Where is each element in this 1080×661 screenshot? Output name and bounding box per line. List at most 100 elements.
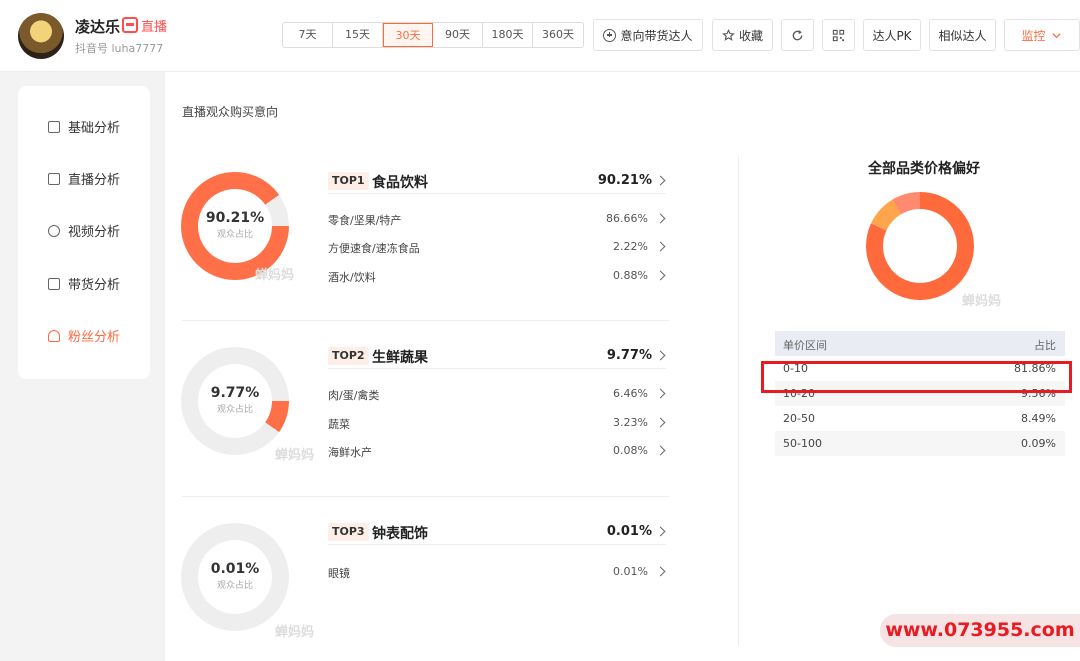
live-badge-label: 直播 bbox=[141, 20, 168, 35]
cell-range: 20-50 bbox=[783, 412, 815, 425]
column-header-range: 单价区间 bbox=[783, 339, 827, 352]
star-icon bbox=[722, 28, 735, 41]
column-header-share: 占比 bbox=[1034, 339, 1056, 352]
rank-tag: TOP1 bbox=[328, 172, 369, 190]
subcategory-name: 酒水/饮料 bbox=[328, 271, 376, 284]
category-percent: 90.21% bbox=[597, 173, 652, 188]
rank-tag: TOP2 bbox=[328, 347, 369, 365]
chevron-right-icon bbox=[655, 526, 666, 537]
table-row: 20-50 8.49% bbox=[775, 406, 1065, 431]
cell-share: 8.49% bbox=[1021, 412, 1056, 425]
subcategory-row[interactable]: 海鲜水产 0.08% bbox=[328, 444, 666, 464]
price-preference-title: 全部品类价格偏好 bbox=[868, 161, 980, 177]
influencer-name: 凌达乐 bbox=[75, 18, 121, 36]
donut-caption: 观众占比 bbox=[216, 581, 253, 591]
subcategory-percent: 0.88% bbox=[613, 269, 648, 282]
category-header[interactable]: TOP2 生鲜蔬果 9.77% bbox=[328, 347, 666, 369]
account-id: 抖音号 luha7777 bbox=[75, 42, 164, 55]
subcategory-name: 眼镜 bbox=[328, 567, 350, 580]
subcategory-name: 方便速食/速冻食品 bbox=[328, 242, 420, 255]
donut-caption: 观众占比 bbox=[216, 230, 253, 240]
subcategory-percent: 3.23% bbox=[613, 416, 648, 429]
price-range-table: 单价区间 占比 0-10 81.86% 10-20 9.56% 20-50 8.… bbox=[775, 331, 1065, 456]
live-badge-icon bbox=[122, 17, 138, 33]
highlight-box bbox=[761, 361, 1072, 393]
subcategory-row[interactable]: 酒水/饮料 0.88% bbox=[328, 269, 666, 289]
site-watermark: www.073955.com bbox=[880, 614, 1080, 647]
intent-influencer-label: 意向带货达人 bbox=[620, 28, 693, 43]
chevron-right-icon bbox=[655, 445, 666, 456]
sidebar-item-fans[interactable]: 粉丝分析 bbox=[48, 326, 120, 345]
watermark-text: 蝉妈妈 bbox=[962, 294, 1002, 309]
video-icon bbox=[48, 224, 60, 237]
range-360d[interactable]: 360天 bbox=[533, 23, 583, 47]
range-180d[interactable]: 180天 bbox=[483, 23, 533, 47]
price-donut-chart bbox=[866, 192, 974, 300]
subcategory-percent: 86.66% bbox=[606, 212, 648, 225]
vertical-divider bbox=[738, 156, 739, 646]
range-15d[interactable]: 15天 bbox=[333, 23, 383, 47]
intent-influencer-button[interactable]: 意向带货达人 bbox=[593, 19, 703, 51]
range-30d[interactable]: 30天 bbox=[383, 23, 433, 47]
category-header[interactable]: TOP3 钟表配饰 0.01% bbox=[328, 523, 666, 545]
qrcode-button[interactable] bbox=[822, 19, 855, 51]
favorite-button[interactable]: 收藏 bbox=[712, 19, 773, 51]
chart-icon bbox=[48, 120, 60, 133]
subcategory-row[interactable]: 零食/坚果/特产 86.66% bbox=[328, 212, 666, 232]
category-donut-chart: 9.77% 观众占比 bbox=[181, 347, 289, 455]
subcategory-percent: 2.22% bbox=[613, 240, 648, 253]
sidebar-item-video[interactable]: 视频分析 bbox=[48, 221, 120, 240]
subcategory-row[interactable]: 眼镜 0.01% bbox=[328, 565, 666, 585]
chevron-right-icon bbox=[655, 270, 666, 281]
category-name: 食品饮料 bbox=[372, 175, 428, 191]
monitor-label: 监控 bbox=[1021, 28, 1046, 43]
donut-percent: 9.77% bbox=[210, 385, 260, 401]
section-title: 直播观众购买意向 bbox=[182, 105, 279, 119]
main-panel: 直播观众购买意向 90.21% 观众占比 蝉妈妈 TOP1 食品饮料 90.21… bbox=[165, 72, 1080, 661]
range-7d[interactable]: 7天 bbox=[283, 23, 333, 47]
chevron-right-icon bbox=[655, 566, 666, 577]
subcategory-percent: 6.46% bbox=[613, 387, 648, 400]
divider bbox=[182, 320, 669, 321]
subcategory-name: 肉/蛋/禽类 bbox=[328, 389, 380, 402]
header-bar: 凌达乐 直播 抖音号 luha7777 7天 15天 30天 90天 180天 … bbox=[0, 0, 1080, 72]
table-row: 50-100 0.09% bbox=[775, 431, 1065, 456]
chevron-right-icon bbox=[655, 388, 666, 399]
donut-percent: 90.21% bbox=[205, 210, 265, 226]
range-90d[interactable]: 90天 bbox=[433, 23, 483, 47]
donut-caption: 观众占比 bbox=[216, 405, 253, 415]
cell-range: 50-100 bbox=[783, 437, 822, 450]
sidebar-item-goods[interactable]: 带货分析 bbox=[48, 274, 120, 293]
category-percent: 9.77% bbox=[606, 348, 652, 363]
subcategory-percent: 0.01% bbox=[613, 565, 648, 578]
influencer-pk-button[interactable]: 达人PK bbox=[863, 19, 921, 51]
user-icon bbox=[48, 329, 60, 342]
category-donut-chart: 0.01% 观众占比 bbox=[181, 523, 289, 631]
sidebar: 基础分析 直播分析 视频分析 带货分析 粉丝分析 bbox=[18, 86, 150, 379]
bag-icon bbox=[48, 277, 60, 290]
date-range-selector: 7天 15天 30天 90天 180天 360天 bbox=[282, 22, 584, 48]
cell-share: 0.09% bbox=[1021, 437, 1056, 450]
sidebar-item-live[interactable]: 直播分析 bbox=[48, 169, 120, 188]
refresh-icon bbox=[792, 29, 803, 40]
subcategory-name: 海鲜水产 bbox=[328, 446, 372, 459]
chevron-right-icon bbox=[655, 213, 666, 224]
subcategory-row[interactable]: 肉/蛋/禽类 6.46% bbox=[328, 387, 666, 407]
avatar[interactable] bbox=[18, 13, 64, 59]
sidebar-item-label: 粉丝分析 bbox=[68, 330, 121, 345]
watermark-text: 蝉妈妈 bbox=[275, 625, 315, 640]
divider bbox=[182, 496, 669, 497]
refresh-button[interactable] bbox=[781, 19, 814, 51]
subcategory-row[interactable]: 方便速食/速冻食品 2.22% bbox=[328, 240, 666, 260]
similar-influencer-button[interactable]: 相似达人 bbox=[929, 19, 996, 51]
watermark-text: 蝉妈妈 bbox=[275, 448, 315, 463]
live-icon bbox=[48, 172, 60, 185]
donut-percent: 0.01% bbox=[210, 561, 260, 577]
chevron-right-icon bbox=[655, 175, 666, 186]
monitor-button[interactable]: 监控 bbox=[1004, 19, 1080, 51]
category-header[interactable]: TOP1 食品饮料 90.21% bbox=[328, 172, 666, 194]
category-name: 生鲜蔬果 bbox=[372, 350, 428, 366]
subcategory-row[interactable]: 蔬菜 3.23% bbox=[328, 416, 666, 436]
sidebar-item-label: 直播分析 bbox=[68, 173, 121, 188]
sidebar-item-basic[interactable]: 基础分析 bbox=[48, 117, 120, 136]
